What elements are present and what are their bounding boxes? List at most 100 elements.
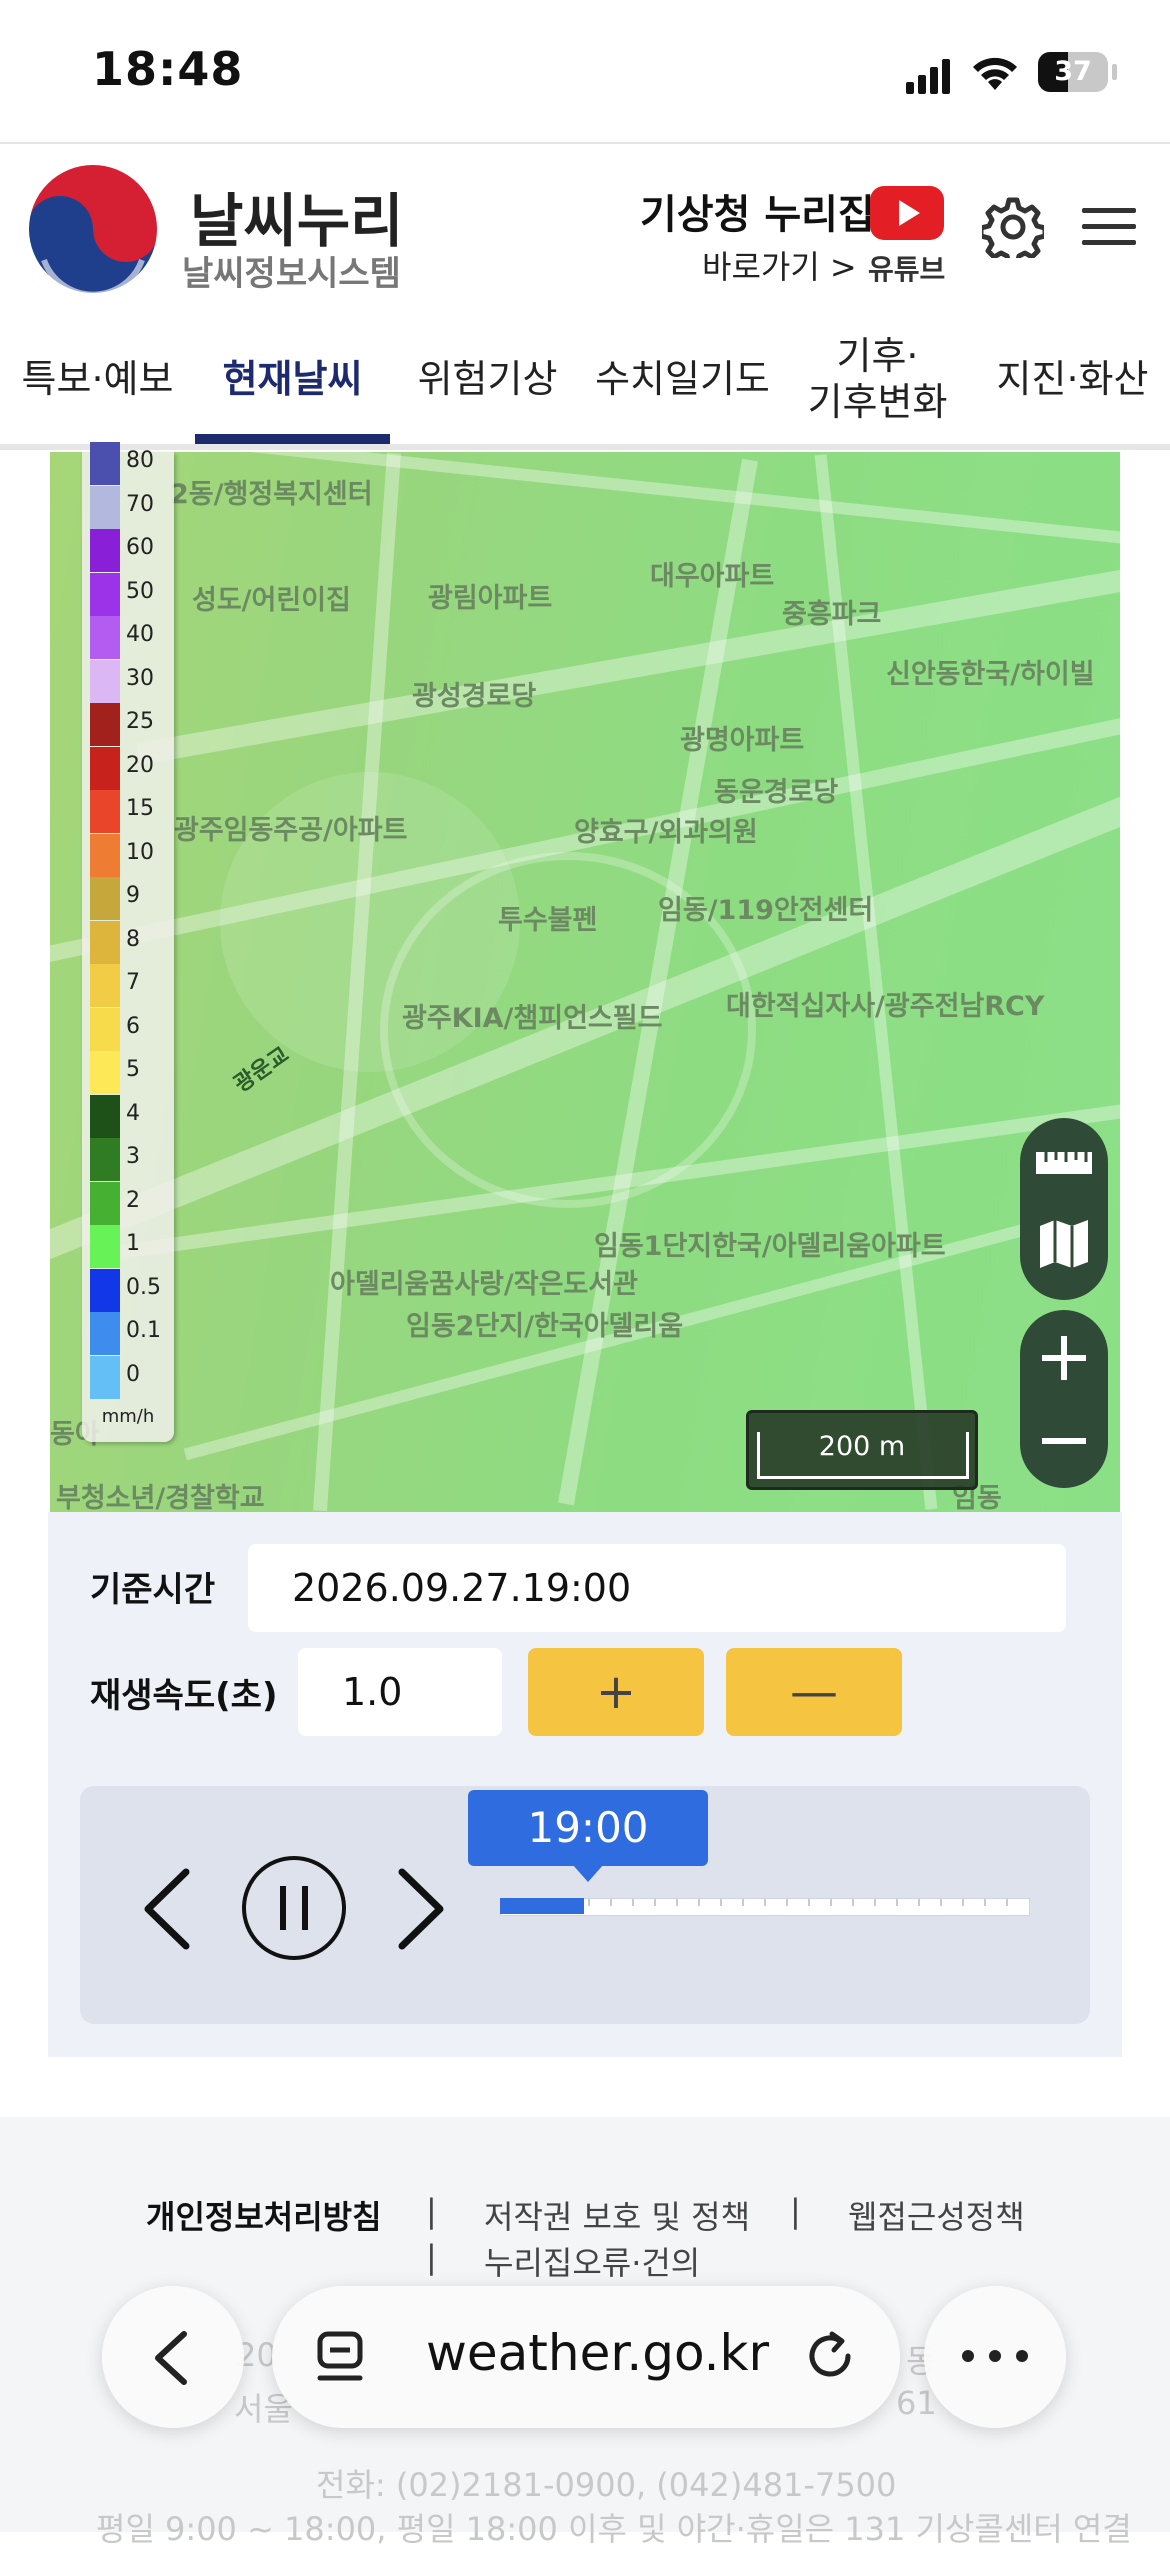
hamburger-menu-icon[interactable] (1082, 206, 1136, 248)
map-tool-group (1020, 1118, 1108, 1300)
legend-value: 6 (126, 1013, 140, 1039)
legend-value: 40 (126, 622, 154, 647)
legend-value: 70 (126, 491, 154, 517)
legend-value: 2 (126, 1187, 140, 1213)
map-label: 광주임동주공/아파트 (174, 815, 408, 846)
legend-swatch (90, 1268, 120, 1312)
active-tab-indicator (195, 434, 390, 444)
legend-row: 50 (90, 572, 170, 616)
next-icon[interactable] (392, 1866, 448, 1952)
speed-label: 재생속도(초) (90, 1676, 278, 1716)
legend-swatch (90, 1355, 120, 1399)
tab-earthquake-volcano[interactable]: 지진·화산 (975, 314, 1170, 444)
footer-hours: 평일 9:00 ~ 18:00, 평일 18:00 이후 및 야간·휴일은 13… (96, 2510, 1132, 2548)
logo-subtitle: 날씨정보시스템 (182, 254, 401, 294)
legend-value: 0.5 (126, 1274, 161, 1300)
legend-value: 4 (126, 1100, 140, 1126)
map-label: 임동1단지한국/아델리움아파트 (594, 1231, 946, 1262)
taegeuk-logo-icon[interactable] (24, 160, 162, 298)
legend-swatch (90, 1225, 120, 1268)
map-label: 신안동한국/하이빌 (886, 659, 1095, 690)
base-time-value: 2026.09.27.19:00 (292, 1566, 632, 1610)
legend-row: 0.1 (90, 1312, 170, 1355)
zoom-in-icon[interactable] (1042, 1336, 1086, 1380)
legend-swatch (90, 529, 120, 572)
tab-climate[interactable]: 기후· 기후변화 (780, 314, 975, 444)
main-nav: 특보·예보 현재날씨 위험기상 수치일기도 기후· 기후변화 지진·화산 (0, 314, 1170, 444)
ruler-icon[interactable] (1034, 1144, 1094, 1180)
tab-forecast[interactable]: 특보·예보 (0, 314, 195, 444)
map-layers-icon[interactable] (1038, 1218, 1090, 1270)
browser-back-button[interactable] (102, 2286, 244, 2428)
legend-row: 4 (90, 1094, 170, 1138)
accessibility-policy-link[interactable]: 웹접근성정책 (848, 2192, 1025, 2238)
legend-row: 15 (90, 790, 170, 833)
legend-value: 9 (126, 883, 140, 908)
map-label: 중흥파크 (782, 599, 882, 630)
legend-value: 5 (126, 1057, 140, 1082)
timeline-progress (500, 1898, 584, 1914)
map-label: 광림아파트 (428, 583, 553, 614)
gear-icon[interactable] (982, 196, 1044, 258)
map-label: 임동2단지/한국아델리움 (406, 1311, 684, 1342)
privacy-policy-link[interactable]: 개인정보처리방침 (146, 2192, 382, 2238)
legend-swatch (90, 746, 120, 790)
status-time: 18:48 (92, 42, 244, 96)
legend-swatch (90, 920, 120, 964)
legend-swatch (90, 659, 120, 703)
tab-hazard-weather[interactable]: 위험기상 (390, 314, 585, 444)
legend-value: 8 (126, 926, 140, 952)
legend-row: 40 (90, 616, 170, 659)
copyright-policy-link[interactable]: 저작권 보호 및 정책 (484, 2192, 750, 2238)
radar-map[interactable]: 2동/행정복지센터 성도/어린이집 광림아파트 대우아파트 중흥파크 신안동한국… (50, 452, 1120, 1512)
legend-swatch (90, 964, 120, 1007)
map-label: 광명아파트 (680, 725, 805, 756)
legend-value: 7 (126, 970, 140, 995)
rain-legend: 80 70 60 50 40 30 25 20 15 10 9 8 7 6 5 4 3 2 1 0.5 0.1 0 mm/… (82, 442, 174, 1442)
battery-level: 37 (1054, 56, 1092, 87)
reload-icon[interactable] (804, 2330, 860, 2386)
legend-value: 60 (126, 535, 154, 560)
zoom-out-icon[interactable] (1042, 1438, 1086, 1446)
kma-site-title[interactable]: 기상청 누리집 (640, 182, 875, 240)
legend-value: 50 (126, 578, 154, 604)
legend-swatch (90, 790, 120, 833)
map-label: 투수불펜 (498, 905, 598, 936)
site-error-report-link[interactable]: 누리집오류·건의 (484, 2238, 700, 2284)
legend-swatch (90, 703, 120, 746)
legend-row: 7 (90, 964, 170, 1007)
tab-current-weather[interactable]: 현재날씨 (195, 314, 390, 444)
legend-unit: mm/h (101, 1406, 155, 1427)
legend-value: 10 (126, 839, 154, 865)
legend-swatch (90, 442, 120, 485)
legend-row: 80 (90, 442, 170, 485)
legend-row: 1 (90, 1225, 170, 1268)
map-label: 대우아파트 (650, 561, 775, 592)
previous-icon[interactable] (140, 1866, 196, 1952)
site-header: 날씨누리 날씨정보시스템 기상청 누리집 바로가기 > 유튜브 (0, 142, 1170, 316)
legend-value: 25 (126, 709, 154, 734)
speed-up-button[interactable]: + (528, 1648, 704, 1736)
current-time-tooltip: 19:00 (468, 1790, 708, 1866)
signal-icon (906, 59, 950, 94)
legend-row: 25 (90, 703, 170, 746)
speed-down-button[interactable]: — (726, 1648, 902, 1736)
browser-more-button[interactable] (924, 2286, 1066, 2428)
youtube-icon[interactable] (870, 186, 944, 240)
pause-icon[interactable] (240, 1854, 348, 1962)
wifi-icon (973, 57, 1017, 90)
reader-mode-icon[interactable] (316, 2330, 368, 2386)
legend-row: 3 (90, 1138, 170, 1181)
browser-url[interactable]: weather.go.kr (426, 2324, 769, 2382)
kma-site-link[interactable]: 바로가기 > (702, 242, 857, 288)
legend-value: 0 (126, 1361, 140, 1387)
map-label: 광운교 (229, 1042, 294, 1098)
tab-weather-chart[interactable]: 수치일기도 (585, 314, 780, 444)
youtube-label[interactable]: 유튜브 (868, 248, 945, 288)
footer-phone: 전화: (02)2181-0900, (042)481-7500 (316, 2466, 897, 2504)
map-label: 임동/119안전센터 (658, 895, 874, 926)
map-label: 2동/행정복지센터 (170, 479, 373, 510)
speed-field[interactable]: 1.0 (298, 1648, 502, 1736)
footer-separator: | (790, 2192, 801, 2230)
base-time-field[interactable]: 2026.09.27.19:00 (248, 1544, 1066, 1632)
